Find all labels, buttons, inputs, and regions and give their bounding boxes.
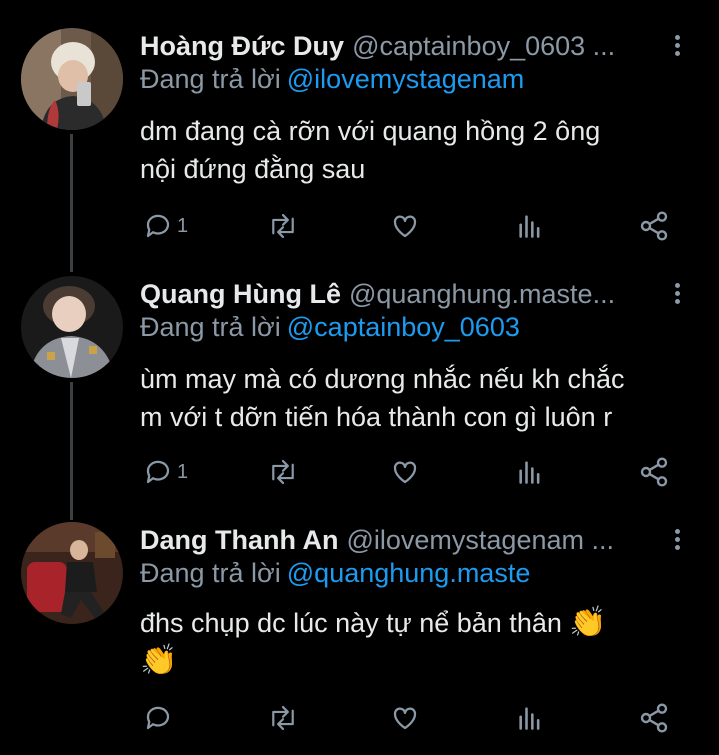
tweet-text-line: dm đang cà rỡn với quang hồng 2 ông xyxy=(140,116,601,146)
more-icon[interactable] xyxy=(665,32,689,62)
retweet-button[interactable] xyxy=(266,698,300,738)
tweet-text-line: ùm may mà có dương nhắc nếu kh chắc xyxy=(140,364,625,394)
tweet-text: ùm may mà có dương nhắc nếu kh chắc m vớ… xyxy=(140,360,700,436)
reply-prefix: Đang trả lời xyxy=(140,558,281,588)
analytics-button[interactable] xyxy=(516,698,544,738)
author-name[interactable]: Hoàng Đức Duy xyxy=(140,31,344,61)
share-button[interactable] xyxy=(638,452,670,492)
like-button[interactable] xyxy=(389,452,421,492)
analytics-button[interactable] xyxy=(516,206,544,246)
author-handle[interactable]: @captainboy_0603 ... xyxy=(352,31,615,61)
reply-context: Đang trả lời @captainboy_0603 xyxy=(140,309,520,345)
share-icon xyxy=(640,703,668,733)
retweet-icon xyxy=(272,705,294,731)
like-icon xyxy=(393,461,417,484)
retweet-button[interactable] xyxy=(266,452,300,492)
retweet-button[interactable] xyxy=(266,206,300,246)
retweet-icon xyxy=(272,459,294,485)
analytics-icon xyxy=(519,461,540,484)
reply-button[interactable]: 1 xyxy=(143,206,188,246)
reply-mention[interactable]: @quanghung.maste xyxy=(287,558,531,588)
analytics-icon xyxy=(519,215,540,238)
tweet-header: Quang Hùng Lê @quanghung.maste... xyxy=(140,276,650,312)
reply-prefix: Đang trả lời xyxy=(140,312,281,342)
action-bar xyxy=(0,698,719,738)
more-icon[interactable] xyxy=(665,526,689,556)
tweet-header: Hoàng Đức Duy @captainboy_0603 ... xyxy=(140,28,650,64)
tweet-1[interactable]: Hoàng Đức Duy @captainboy_0603 ... Đang t… xyxy=(0,28,719,268)
tweet-3[interactable]: Dang Thanh An @ilovemystagenam ... Đang t… xyxy=(0,522,719,752)
reply-count: 1 xyxy=(177,214,189,237)
reply-icon xyxy=(146,460,170,484)
reply-button[interactable]: 1 xyxy=(143,452,188,492)
like-button[interactable] xyxy=(389,698,421,738)
tweet-text-line: m với t dỡn tiến hóa thành con gì luôn r xyxy=(140,402,613,432)
reply-mention[interactable]: @captainboy_0603 xyxy=(287,312,520,342)
avatar[interactable] xyxy=(21,276,123,378)
like-icon xyxy=(393,215,417,238)
reply-button[interactable] xyxy=(143,698,177,738)
tweet-text: dm đang cà rỡn với quang hồng 2 ông nội … xyxy=(140,112,700,188)
reply-context: Đang trả lời @ilovemystagenam xyxy=(140,61,524,97)
share-button[interactable] xyxy=(638,206,670,246)
clapping-hands-emoji: 👏 xyxy=(569,606,607,639)
tweet-text: đhs chụp dc lúc này tự nể bản thân 👏 👏 xyxy=(140,604,700,680)
reply-icon xyxy=(146,706,170,730)
share-icon xyxy=(640,457,668,487)
retweet-icon xyxy=(272,213,294,239)
reply-prefix: Đang trả lời xyxy=(140,64,281,94)
tweet-header: Dang Thanh An @ilovemystagenam ... xyxy=(140,522,650,558)
like-icon xyxy=(393,707,417,730)
more-icon[interactable] xyxy=(665,280,689,310)
author-handle[interactable]: @ilovemystagenam ... xyxy=(346,525,614,555)
like-button[interactable] xyxy=(389,206,421,246)
action-bar: 1 xyxy=(0,206,719,246)
author-handle[interactable]: @quanghung.maste... xyxy=(349,279,615,309)
clapping-hands-emoji: 👏 xyxy=(140,644,178,677)
tweet-text-line: nội đứng đằng sau xyxy=(140,154,366,184)
tweet-2[interactable]: Quang Hùng Lê @quanghung.maste... Đang tr… xyxy=(0,276,719,516)
reply-icon xyxy=(146,214,170,238)
analytics-button[interactable] xyxy=(516,452,544,492)
avatar[interactable] xyxy=(21,522,123,624)
avatar[interactable] xyxy=(21,28,123,130)
share-icon xyxy=(640,211,668,241)
tweet-text-content: đhs chụp dc lúc này tự nể bản thân xyxy=(140,608,562,638)
reply-mention[interactable]: @ilovemystagenam xyxy=(287,64,525,94)
reply-count: 1 xyxy=(177,460,189,483)
analytics-icon xyxy=(519,707,540,730)
author-name[interactable]: Quang Hùng Lê xyxy=(140,279,341,309)
author-name[interactable]: Dang Thanh An xyxy=(140,525,338,555)
tweet-text-line: 👏 xyxy=(140,642,700,680)
action-bar: 1 xyxy=(0,452,719,492)
reply-context: Đang trả lời @quanghung.maste xyxy=(140,555,530,591)
share-button[interactable] xyxy=(638,698,670,738)
tweet-text-line: đhs chụp dc lúc này tự nể bản thân 👏 xyxy=(140,604,700,642)
